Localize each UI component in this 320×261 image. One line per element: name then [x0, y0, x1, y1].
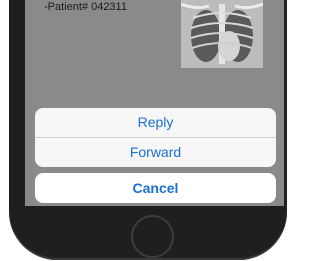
action-sheet: Reply Forward [35, 108, 276, 167]
forward-button[interactable]: Forward [35, 138, 276, 167]
patient-number-text: -Patient# 042311 [44, 1, 127, 13]
phone-device: -Patient# 042311 Reply Forward Cancel [0, 0, 288, 261]
xray-illustration [181, 0, 263, 68]
phone-screen: -Patient# 042311 Reply Forward Cancel [25, 0, 284, 206]
cancel-button[interactable]: Cancel [35, 173, 276, 203]
home-button[interactable] [131, 215, 174, 258]
reply-button[interactable]: Reply [35, 108, 276, 137]
chest-xray-image[interactable] [181, 0, 263, 68]
